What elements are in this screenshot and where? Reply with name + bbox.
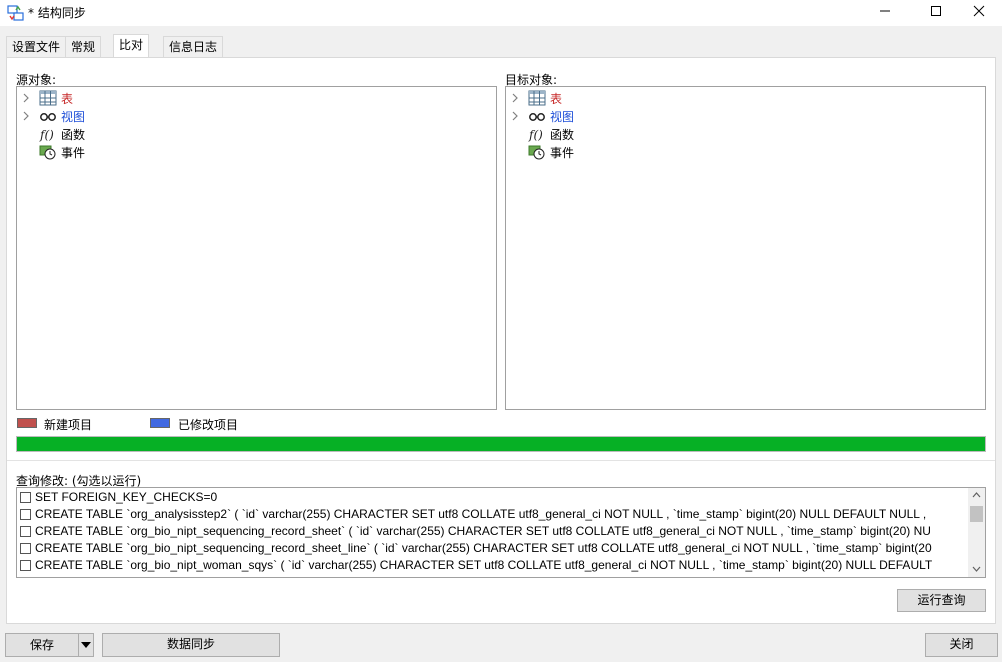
query-text: CREATE TABLE `org_bio_nipt_sequencing_re…: [35, 541, 932, 555]
close-button[interactable]: 关闭: [925, 633, 998, 657]
chevron-right-icon[interactable]: [21, 109, 31, 123]
tree-item-label: 表: [61, 92, 74, 106]
chevron-right-icon[interactable]: [21, 91, 31, 105]
query-checkbox[interactable]: [20, 560, 31, 571]
tree-item-label: 表: [550, 92, 563, 106]
glasses-icon: [40, 113, 56, 121]
query-list-scrollbar[interactable]: [968, 488, 985, 577]
function-icon: f(): [528, 128, 543, 142]
query-text: CREATE TABLE `org_bio_nipt_woman_sqys` (…: [35, 558, 933, 572]
split-divider: [78, 634, 79, 656]
scrollbar-thumb[interactable]: [970, 506, 983, 522]
table-icon: [528, 90, 546, 106]
target-tree-item-functions[interactable]: f() 函数: [506, 125, 706, 143]
data-sync-button[interactable]: 数据同步: [102, 633, 280, 657]
progress-bar: [16, 436, 986, 452]
target-tree-item-views[interactable]: 视图: [506, 107, 706, 125]
tree-item-label: 事件: [550, 146, 575, 160]
separator: [7, 460, 995, 461]
maximize-button[interactable]: [913, 0, 959, 22]
event-clock-icon: [39, 145, 56, 160]
svg-text:f(): f(): [528, 128, 543, 142]
target-tree-item-tables[interactable]: 表: [506, 89, 706, 107]
title-bar: * 结构同步: [0, 0, 1002, 26]
tree-item-label: 视图: [550, 110, 575, 124]
source-tree-item-views[interactable]: 视图: [17, 107, 217, 125]
query-row[interactable]: SET FOREIGN_KEY_CHECKS=0: [17, 489, 967, 506]
save-split-button[interactable]: 保存: [5, 633, 94, 657]
query-checkbox[interactable]: [20, 526, 31, 537]
tab-profile[interactable]: 设置文件: [6, 36, 67, 58]
tab-general[interactable]: 常规: [65, 36, 102, 58]
query-row[interactable]: CREATE TABLE `org_bio_nipt_sequencing_re…: [17, 523, 967, 540]
dropdown-arrow-icon[interactable]: [81, 641, 91, 649]
save-button-label[interactable]: 保存: [6, 635, 78, 655]
query-list[interactable]: SET FOREIGN_KEY_CHECKS=0 CREATE TABLE `o…: [16, 487, 986, 578]
query-row[interactable]: CREATE TABLE `org_bio_nipt_woman_sqys` (…: [17, 557, 967, 574]
source-tree-item-events[interactable]: 事件: [17, 143, 217, 161]
tree-item-label: 函数: [61, 128, 86, 142]
window-title: * 结构同步: [28, 6, 86, 20]
query-checkbox[interactable]: [20, 543, 31, 554]
tab-compare[interactable]: 比对: [113, 34, 150, 58]
glasses-icon: [529, 113, 545, 121]
function-icon: f(): [39, 128, 54, 142]
progress-fill: [17, 437, 985, 451]
svg-text:f(): f(): [39, 128, 54, 142]
chevron-right-icon[interactable]: [510, 109, 520, 123]
target-objects-tree[interactable]: 表 视图 f() 函数 事件: [505, 86, 986, 410]
query-text: SET FOREIGN_KEY_CHECKS=0: [35, 490, 218, 504]
query-checkbox[interactable]: [20, 509, 31, 520]
event-clock-icon: [528, 145, 545, 160]
maximize-icon: [931, 6, 941, 16]
legend-modified-swatch: [150, 418, 170, 428]
query-text: CREATE TABLE `org_analysisstep2` ( `id` …: [35, 507, 927, 521]
close-window-button[interactable]: [956, 0, 1002, 22]
target-tree-item-events[interactable]: 事件: [506, 143, 706, 161]
tab-message-log[interactable]: 信息日志: [163, 36, 224, 58]
query-checkbox[interactable]: [20, 492, 31, 503]
query-row[interactable]: CREATE TABLE `org_analysisstep2` ( `id` …: [17, 506, 967, 523]
table-icon: [39, 90, 57, 106]
query-row[interactable]: CREATE TABLE `org_bio_nipt_sequencing_re…: [17, 540, 967, 557]
scroll-up-icon[interactable]: [972, 492, 981, 498]
tree-item-label: 函数: [550, 128, 575, 142]
legend-modified-label: 已修改项目: [178, 418, 239, 432]
chevron-right-icon[interactable]: [510, 91, 520, 105]
tree-item-label: 事件: [61, 146, 86, 160]
legend-new-label: 新建项目: [44, 418, 93, 432]
source-objects-tree[interactable]: 表 视图 f() 函数 事件: [16, 86, 497, 410]
source-tree-item-functions[interactable]: f() 函数: [17, 125, 217, 143]
tree-item-label: 视图: [61, 110, 86, 124]
close-icon: [973, 5, 985, 17]
minimize-icon: [880, 10, 890, 12]
sync-app-icon: [7, 5, 24, 21]
scroll-down-icon[interactable]: [972, 566, 981, 572]
legend-new-swatch: [17, 418, 37, 428]
run-query-button[interactable]: 运行查询: [897, 589, 986, 612]
query-text: CREATE TABLE `org_bio_nipt_sequencing_re…: [35, 524, 931, 538]
source-tree-item-tables[interactable]: 表: [17, 89, 217, 107]
minimize-button[interactable]: [862, 0, 908, 22]
